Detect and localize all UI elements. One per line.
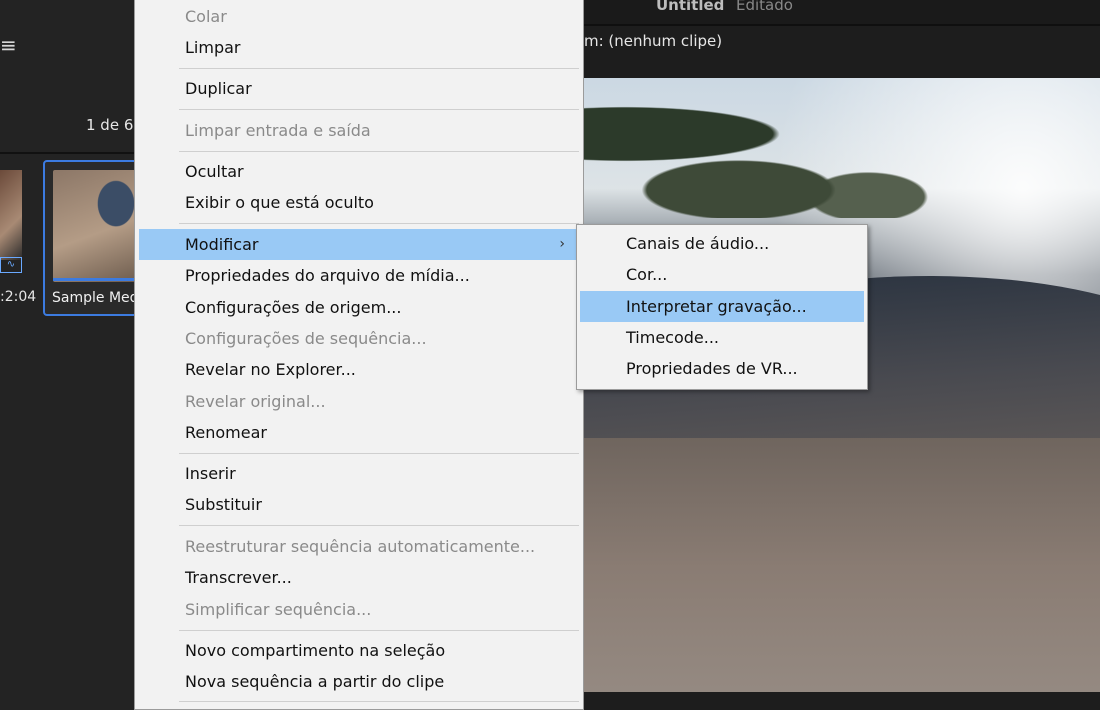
hamburger-menu-icon[interactable]: ≡ [0,34,17,56]
menu-separator [179,630,579,631]
submenu-item-propriedades-vr[interactable]: Propriedades de VR... [580,353,864,384]
window-title-bar: Untitled Editado [584,0,1100,26]
source-monitor-label: m: (nenhum clipe) [584,32,723,50]
menu-item-configuracoes-origem[interactable]: Configurações de origem... [139,292,579,323]
menu-item-exibir-oculto[interactable]: Exibir o que está oculto [139,187,579,218]
audio-waveform-icon: ∿ [0,257,22,273]
menu-separator [179,223,579,224]
menu-item-nova-sequencia[interactable]: Nova sequência a partir do clipe [139,666,579,697]
video-frame-floor [584,438,1100,692]
menu-item-configuracoes-sequencia[interactable]: Configurações de sequência... [139,323,579,354]
menu-item-colar[interactable]: Colar [139,1,579,32]
clip-thumbnail-partial[interactable] [0,170,22,260]
document-title: Untitled [656,0,725,14]
menu-separator [179,68,579,69]
menu-item-ocultar[interactable]: Ocultar [139,156,579,187]
clip-duration: :2:04 [0,289,37,305]
panel-divider [0,152,134,154]
menu-separator [179,151,579,152]
submenu-item-canais-audio[interactable]: Canais de áudio... [580,228,864,259]
submenu-item-interpretar-gravacao[interactable]: Interpretar gravação... [580,291,864,322]
menu-item-revelar-explorer[interactable]: Revelar no Explorer... [139,354,579,385]
page-indicator: 1 de 6 [86,116,134,134]
menu-item-limpar[interactable]: Limpar [139,32,579,63]
menu-item-reestruturar-sequencia[interactable]: Reestruturar sequência automaticamente..… [139,531,579,562]
context-menu: Colar Limpar Duplicar Limpar entrada e s… [134,0,584,710]
submenu-item-cor[interactable]: Cor... [580,259,864,290]
menu-item-substituir[interactable]: Substituir [139,489,579,520]
menu-separator [179,525,579,526]
menu-item-novo-compartimento[interactable]: Novo compartimento na seleção [139,635,579,666]
document-state: Editado [736,0,793,14]
chevron-right-icon: › [559,236,565,252]
clip-progress-bar [53,278,141,281]
menu-item-modificar[interactable]: Modificar › [139,229,579,260]
menu-item-inserir[interactable]: Inserir [139,458,579,489]
menu-item-renomear[interactable]: Renomear [139,417,579,448]
menu-separator [179,701,579,702]
menu-separator [179,453,579,454]
menu-item-simplificar-sequencia[interactable]: Simplificar sequência... [139,594,579,625]
video-frame-trees [584,78,1100,218]
menu-item-transcrever[interactable]: Transcrever... [139,562,579,593]
menu-item-propriedades-arquivo[interactable]: Propriedades do arquivo de mídia... [139,260,579,291]
selected-clip-card[interactable]: Sample Med [43,160,143,316]
menu-separator [179,109,579,110]
menu-item-limpar-entrada-saida[interactable]: Limpar entrada e saída [139,115,579,146]
clip-thumbnail [53,170,141,282]
project-panel: ≡ 1 de 6 ∿ :2:04 Sample Med [0,0,143,710]
clip-name: Sample Med [52,290,139,306]
menu-item-duplicar[interactable]: Duplicar [139,73,579,104]
modificar-submenu: Canais de áudio... Cor... Interpretar gr… [576,224,868,390]
menu-item-modificar-label: Modificar [185,235,259,254]
menu-item-revelar-original[interactable]: Revelar original... [139,386,579,417]
submenu-item-timecode[interactable]: Timecode... [580,322,864,353]
